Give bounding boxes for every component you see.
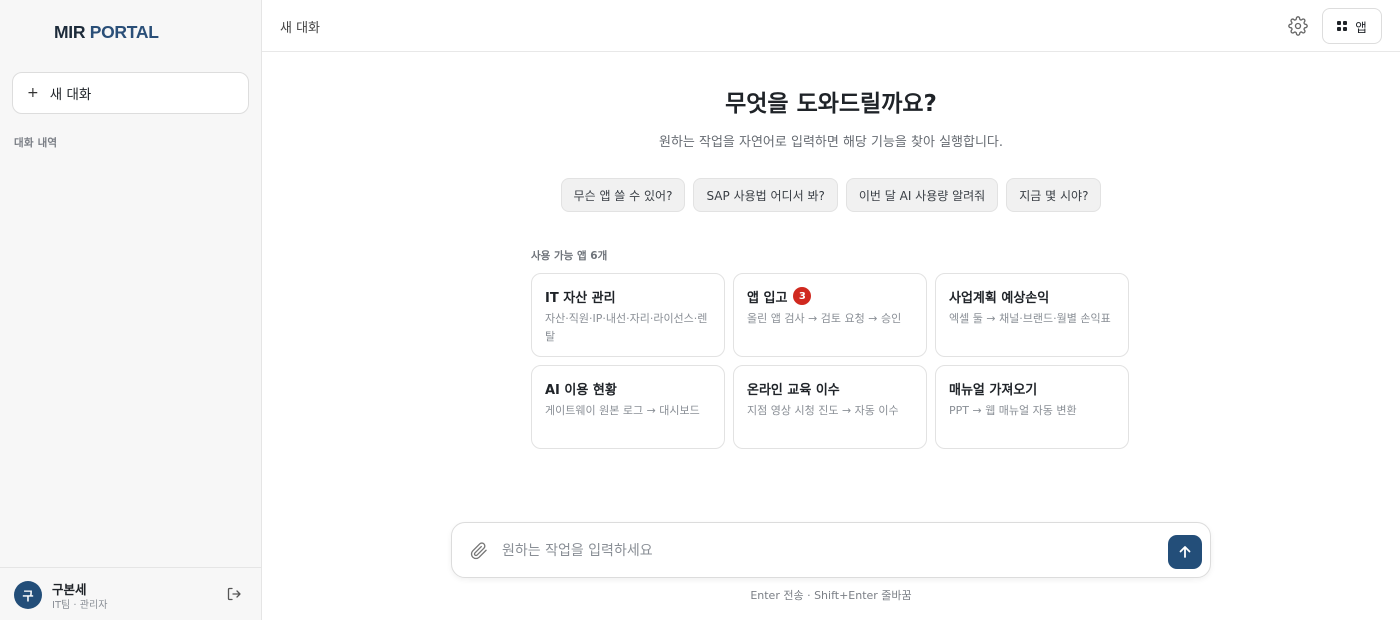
app-card-desc: 올린 앱 검사 → 검토 요청 → 승인	[747, 312, 902, 325]
app-card-title: 매뉴얼 가져오기	[949, 382, 1038, 398]
app-card-desc: 게이트웨이 원본 로그 → 대시보드	[545, 404, 700, 417]
apps-button-label: 앱	[1355, 19, 1367, 35]
page-title: 새 대화	[280, 21, 321, 36]
hero-title: 무엇을 도와드릴까요?	[725, 91, 937, 117]
app-card-business-plan[interactable]: 사업계획 예상손익 엑셀 둘 → 채널·브랜드·월별 손익표	[935, 273, 1129, 357]
logo-portal: PORTAL	[89, 22, 159, 42]
paperclip-icon[interactable]	[470, 542, 488, 560]
app-card-it-asset[interactable]: IT 자산 관리 자산·직원·IP·내선·자리·라이선스·렌탈	[531, 273, 725, 357]
app-card-title: 앱 입고	[747, 290, 788, 306]
app-card-desc: 지점 영상 시청 진도 → 자동 이수	[747, 404, 899, 417]
suggestion-chip[interactable]: SAP 사용법 어디서 봐?	[693, 178, 838, 212]
arrow-up-icon	[1179, 546, 1191, 558]
chat-input[interactable]	[502, 537, 1152, 565]
history-label: 대화 내역	[14, 137, 58, 149]
app-card-desc: 엑셀 둘 → 채널·브랜드·월별 손익표	[949, 312, 1111, 325]
suggestion-chip[interactable]: 지금 몇 시야?	[1006, 178, 1102, 212]
app-grid: IT 자산 관리 자산·직원·IP·내선·자리·라이선스·렌탈 앱 입고 3 올…	[531, 273, 1129, 449]
new-chat-label: 새 대화	[49, 87, 92, 103]
composer	[451, 522, 1211, 578]
hero-subtitle: 원하는 작업을 자연어로 입력하면 해당 기능을 찾아 실행합니다.	[658, 135, 1004, 150]
gear-icon[interactable]	[1288, 16, 1308, 36]
app-card-ai-usage[interactable]: AI 이용 현황 게이트웨이 원본 로그 → 대시보드	[531, 365, 725, 449]
app-card-title: IT 자산 관리	[545, 290, 616, 306]
user-bar: 구 구본세 IT팀 · 관리자	[0, 567, 261, 620]
suggestion-list: 무슨 앱 쓸 수 있어? SAP 사용법 어디서 봐? 이번 달 AI 사용량 …	[262, 178, 1400, 212]
suggestion-chip[interactable]: 이번 달 AI 사용량 알려줘	[845, 178, 999, 212]
new-chat-button[interactable]: + 새 대화	[12, 72, 249, 114]
logout-icon[interactable]	[226, 586, 242, 602]
apps-button[interactable]: 앱	[1322, 8, 1382, 44]
user-role: IT팀 · 관리자	[52, 600, 108, 611]
app-card-desc: 자산·직원·IP·내선·자리·라이선스·렌탈	[545, 312, 708, 343]
header: 새 대화 앱	[262, 0, 1400, 52]
app-card-title: AI 이용 현황	[545, 382, 617, 398]
sidebar: MIR PORTAL + 새 대화 대화 내역 구 구본세 IT팀 · 관리자	[0, 0, 262, 620]
plus-icon: +	[27, 85, 39, 101]
apps-label: 사용 가능 앱 6개	[531, 250, 608, 262]
app-card-title: 사업계획 예상손익	[949, 290, 1050, 306]
composer-hint: Enter 전송 · Shift+Enter 줄바꿈	[750, 589, 912, 602]
app-card-online-training[interactable]: 온라인 교육 이수 지점 영상 시청 진도 → 자동 이수	[733, 365, 927, 449]
count-badge: 3	[793, 287, 812, 305]
suggestion-chip[interactable]: 무슨 앱 쓸 수 있어?	[560, 178, 686, 212]
app-card-title-row: 앱 입고 3	[747, 287, 913, 306]
avatar[interactable]: 구	[14, 581, 42, 609]
send-button[interactable]	[1168, 535, 1202, 569]
logo: MIR PORTAL	[54, 22, 159, 43]
app-card-app-intake[interactable]: 앱 입고 3 올린 앱 검사 → 검토 요청 → 승인	[733, 273, 927, 357]
app-card-manual-import[interactable]: 매뉴얼 가져오기 PPT → 웹 매뉴얼 자동 변환	[935, 365, 1129, 449]
grid-icon	[1337, 21, 1348, 31]
app-card-desc: PPT → 웹 매뉴얼 자동 변환	[949, 404, 1077, 417]
logo-mir: MIR	[54, 22, 86, 42]
app-card-title: 온라인 교육 이수	[747, 382, 840, 398]
